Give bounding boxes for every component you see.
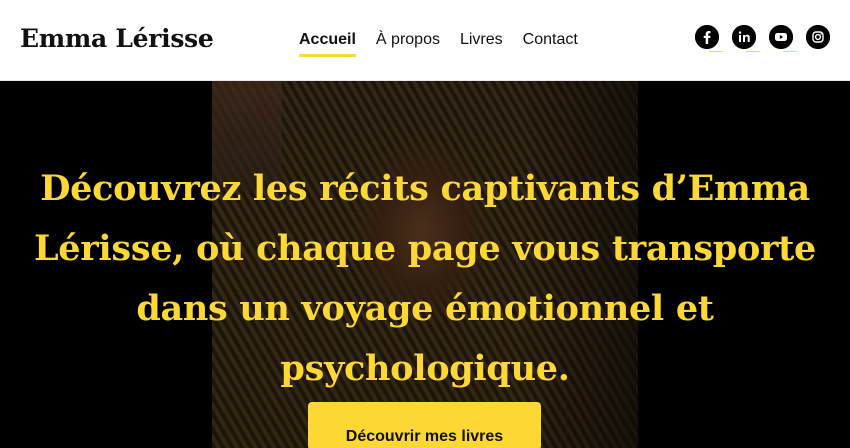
nav-a-propos[interactable]: À propos <box>376 31 440 53</box>
nav-contact[interactable]: Contact <box>523 31 578 53</box>
social-links <box>695 25 830 52</box>
instagram-icon[interactable] <box>806 25 830 49</box>
discover-books-button[interactable]: Découvrir mes livres <box>308 402 541 448</box>
site-logo[interactable]: Emma Lérisse <box>20 24 214 53</box>
nav-accueil[interactable]: Accueil <box>299 31 356 57</box>
linkedin-icon[interactable] <box>732 25 760 52</box>
site-header: Emma Lérisse Accueil À propos Livres Con… <box>0 0 850 81</box>
nav-livres[interactable]: Livres <box>460 31 503 53</box>
youtube-icon[interactable] <box>769 25 797 52</box>
facebook-icon[interactable] <box>695 25 723 52</box>
hero-section: Découvrez les récits captivants d’Emma L… <box>0 81 850 448</box>
main-nav: Accueil À propos Livres Contact <box>299 31 598 57</box>
hero-title: Découvrez les récits captivants d’Emma L… <box>34 168 816 389</box>
